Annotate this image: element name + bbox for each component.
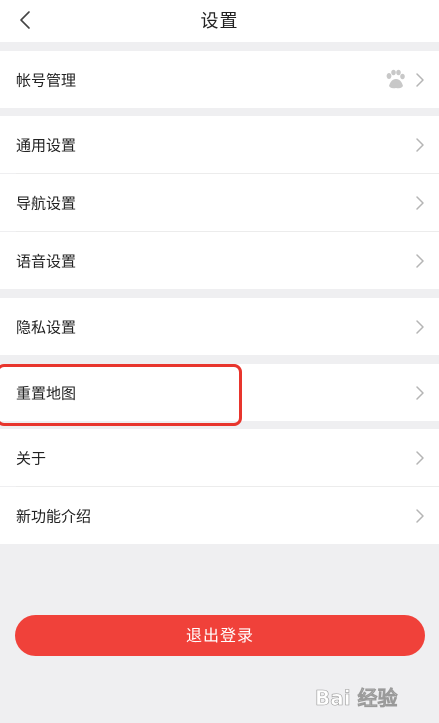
new-features-row[interactable]: 新功能介绍 bbox=[0, 487, 439, 544]
chevron-right-icon bbox=[416, 137, 424, 152]
paw-icon bbox=[386, 69, 405, 88]
privacy-settings-label: 隐私设置 bbox=[16, 318, 77, 336]
reset-map-label: 重置地图 bbox=[16, 384, 77, 402]
about-label: 关于 bbox=[16, 449, 47, 467]
chevron-right-icon bbox=[416, 195, 424, 210]
voice-settings-label: 语音设置 bbox=[16, 252, 77, 270]
about-row[interactable]: 关于 bbox=[0, 429, 439, 486]
header-bar: 设置 bbox=[0, 0, 439, 42]
reset-map-row[interactable]: 重置地图 bbox=[0, 364, 439, 421]
voice-settings-row[interactable]: 语音设置 bbox=[0, 232, 439, 289]
account-management-row[interactable]: 帐号管理 bbox=[0, 51, 439, 108]
chevron-right-icon bbox=[416, 319, 424, 334]
chevron-right-icon bbox=[416, 253, 424, 268]
chevron-right-icon bbox=[416, 385, 424, 400]
navigation-settings-row[interactable]: 导航设置 bbox=[0, 174, 439, 231]
chevron-right-icon bbox=[416, 450, 424, 465]
watermark-logo: Bai 经验 bbox=[315, 686, 398, 711]
logout-button[interactable]: 退出登录 bbox=[15, 615, 425, 656]
account-management-label: 帐号管理 bbox=[16, 71, 77, 89]
chevron-right-icon bbox=[416, 72, 424, 87]
chevron-right-icon bbox=[416, 508, 424, 523]
navigation-settings-label: 导航设置 bbox=[16, 194, 77, 212]
new-features-label: 新功能介绍 bbox=[16, 507, 92, 525]
page-title: 设置 bbox=[200, 11, 239, 32]
general-settings-row[interactable]: 通用设置 bbox=[0, 116, 439, 173]
privacy-settings-row[interactable]: 隐私设置 bbox=[0, 298, 439, 355]
general-settings-label: 通用设置 bbox=[16, 136, 77, 154]
watermark-text: Bai 经验 bbox=[315, 686, 398, 710]
